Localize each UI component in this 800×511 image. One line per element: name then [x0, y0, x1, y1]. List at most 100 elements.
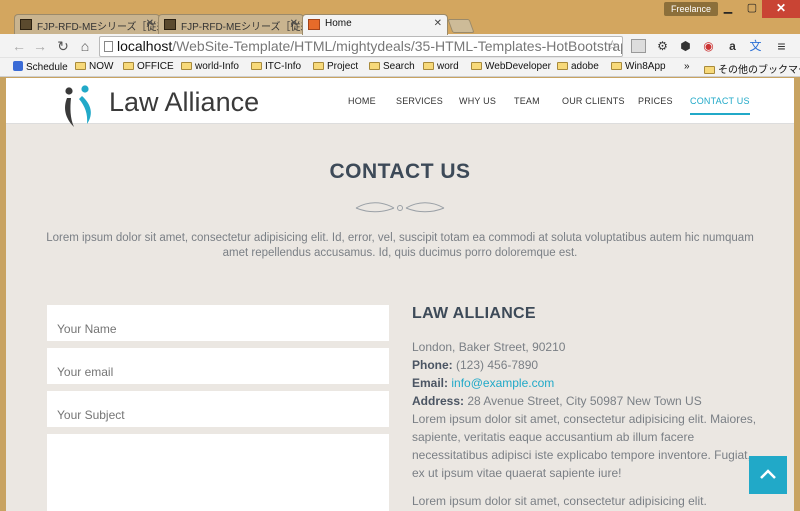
bookmark-label: ITC-Info [265, 61, 302, 72]
page-title: CONTACT US [329, 160, 471, 183]
browser-toolbar: ← → ↻ ⌂ localhost/WebSite-Template/HTML/… [0, 34, 800, 58]
close-tab-icon[interactable]: ✕ [146, 18, 154, 29]
bookmark-label: OFFICE [137, 61, 174, 72]
email-link[interactable]: info@example.com [451, 376, 554, 390]
bookmark-label: Project [327, 61, 359, 72]
close-window-icon[interactable]: ✕ [762, 0, 800, 18]
forward-arrow-icon[interactable]: → [31, 38, 49, 54]
bookmarks-bar: Schedule NOW OFFICE world-Info ITC-Info … [0, 58, 800, 77]
bookmark-project[interactable]: Project [313, 61, 358, 72]
address-line: London, Baker Street, 90210 [412, 340, 566, 354]
extension-in-icon[interactable] [631, 39, 646, 53]
page-favicon-icon [20, 19, 32, 30]
bookmark-search[interactable]: Search [369, 61, 415, 72]
translate-icon[interactable]: 文 [748, 39, 763, 53]
back-arrow-icon[interactable]: ← [10, 38, 28, 54]
folder-icon [557, 62, 568, 70]
tab-home[interactable]: Home ✕ [302, 14, 448, 35]
info-paragraph-1: Lorem ipsum dolor sit amet, consectetur … [412, 412, 757, 480]
bookmark-label: WebDeveloper [485, 61, 551, 72]
home-icon[interactable]: ⌂ [76, 38, 94, 54]
nav-contact-us[interactable]: CONTACT US [690, 96, 750, 115]
profile-button[interactable]: Freelance [664, 2, 718, 16]
amazon-icon[interactable]: a [725, 39, 740, 53]
info-paragraph-2: Lorem ipsum dolor sit amet, consectetur … [412, 494, 707, 508]
nav-why-us[interactable]: WHY US [459, 96, 496, 106]
menu-icon[interactable]: ≡ [774, 39, 789, 53]
close-tab-icon[interactable]: ✕ [434, 18, 442, 29]
reload-icon[interactable]: ↻ [54, 38, 72, 54]
tab-title: FJP-RFD-MEシリーズ［従来 [37, 22, 160, 33]
minimize-icon[interactable]: ▁ [716, 0, 740, 18]
folder-icon [251, 62, 262, 70]
bookmark-now[interactable]: NOW [75, 61, 113, 72]
bookmark-star-icon[interactable]: ☆ [606, 37, 619, 54]
extension-red-icon[interactable]: ◉ [701, 39, 716, 53]
folder-icon [369, 62, 380, 70]
browser-window: FJP-RFD-MEシリーズ［従来 ✕ FJP-RFD-MEシリーズ［従来 ✕ … [0, 0, 800, 511]
page-icon [104, 41, 113, 52]
nav-prices[interactable]: PRICES [638, 96, 673, 106]
bookmark-world-info[interactable]: world-Info [181, 61, 239, 72]
folder-icon [611, 62, 622, 70]
phone-value: (123) 456-7890 [456, 358, 539, 372]
nav-team[interactable]: TEAM [514, 96, 540, 106]
folder-icon [313, 62, 324, 70]
email-label: Email: [412, 376, 449, 390]
scroll-to-top-button[interactable] [749, 456, 787, 494]
brand-name[interactable]: Law Alliance [109, 87, 259, 118]
schedule-icon [13, 61, 23, 71]
ornament-divider-icon [355, 202, 445, 213]
folder-icon [704, 66, 715, 74]
phone-row: Phone: (123) 456-7890 [412, 356, 762, 374]
gear-icon[interactable]: ⚙ [655, 39, 670, 53]
chevron-up-icon [760, 469, 776, 479]
bookmark-itc-info[interactable]: ITC-Info [251, 61, 301, 72]
phone-label: Phone: [412, 358, 453, 372]
name-field[interactable] [47, 305, 389, 341]
bookmark-webdeveloper[interactable]: WebDeveloper [471, 61, 551, 72]
folder-icon [471, 62, 482, 70]
bookmark-label: world-Info [195, 61, 239, 72]
bookmark-office[interactable]: OFFICE [123, 61, 174, 72]
tab-title: FJP-RFD-MEシリーズ［従来 [181, 22, 304, 33]
bookmark-label: Search [383, 61, 415, 72]
bookmark-schedule[interactable]: Schedule [13, 61, 68, 73]
close-tab-icon[interactable]: ✕ [290, 18, 298, 29]
maximize-icon[interactable]: ▢ [740, 0, 764, 18]
nav-our-clients[interactable]: OUR CLIENTS [562, 96, 625, 106]
email-field[interactable] [47, 348, 389, 384]
tab-strip: FJP-RFD-MEシリーズ［従来 ✕ FJP-RFD-MEシリーズ［従来 ✕ … [0, 0, 800, 35]
bookmark-word[interactable]: word [423, 61, 459, 72]
url-path: /WebSite-Template/HTML/mightydeals/35-HT… [172, 38, 623, 54]
html5-favicon-icon [308, 19, 320, 30]
url-host: localhost [117, 38, 173, 54]
bookmark-win8app[interactable]: Win8App [611, 61, 666, 72]
bookmark-adobe[interactable]: adobe [557, 61, 599, 72]
bookmark-label: Win8App [625, 61, 666, 72]
tab-fjp-1[interactable]: FJP-RFD-MEシリーズ［従来 ✕ [14, 14, 160, 34]
bookmarks-overflow-button[interactable]: » [684, 61, 690, 72]
tab-fjp-2[interactable]: FJP-RFD-MEシリーズ［従来 ✕ [158, 14, 304, 34]
email-row: Email: info@example.com [412, 374, 762, 392]
contact-info-title: LAW ALLIANCE [412, 305, 536, 322]
intro-text: Lorem ipsum dolor sit amet, consectetur … [46, 232, 754, 259]
nav-services[interactable]: SERVICES [396, 96, 443, 106]
law-alliance-logo-icon[interactable] [61, 84, 97, 130]
address-row: Address: 28 Avenue Street, City 50987 Ne… [412, 392, 762, 410]
message-field[interactable] [47, 434, 389, 511]
address-value: 28 Avenue Street, City 50987 New Town US [467, 394, 702, 408]
folder-icon [181, 62, 192, 70]
new-tab-button[interactable] [447, 19, 475, 33]
folder-icon [75, 62, 86, 70]
subject-field[interactable] [47, 391, 389, 427]
address-bar[interactable]: localhost/WebSite-Template/HTML/mightyde… [99, 36, 623, 57]
nav-home[interactable]: HOME [348, 96, 376, 106]
extension-puzzle-icon[interactable]: ⬢ [678, 39, 693, 53]
site-navbar: Law Alliance HOME SERVICES WHY US TEAM O… [6, 78, 794, 127]
other-bookmarks[interactable]: その他のブックマーク [704, 61, 800, 76]
page-favicon-icon [164, 19, 176, 30]
bookmark-label: その他のブックマーク [718, 65, 800, 76]
tab-title: Home [325, 18, 352, 29]
address-label: Address: [412, 394, 465, 408]
